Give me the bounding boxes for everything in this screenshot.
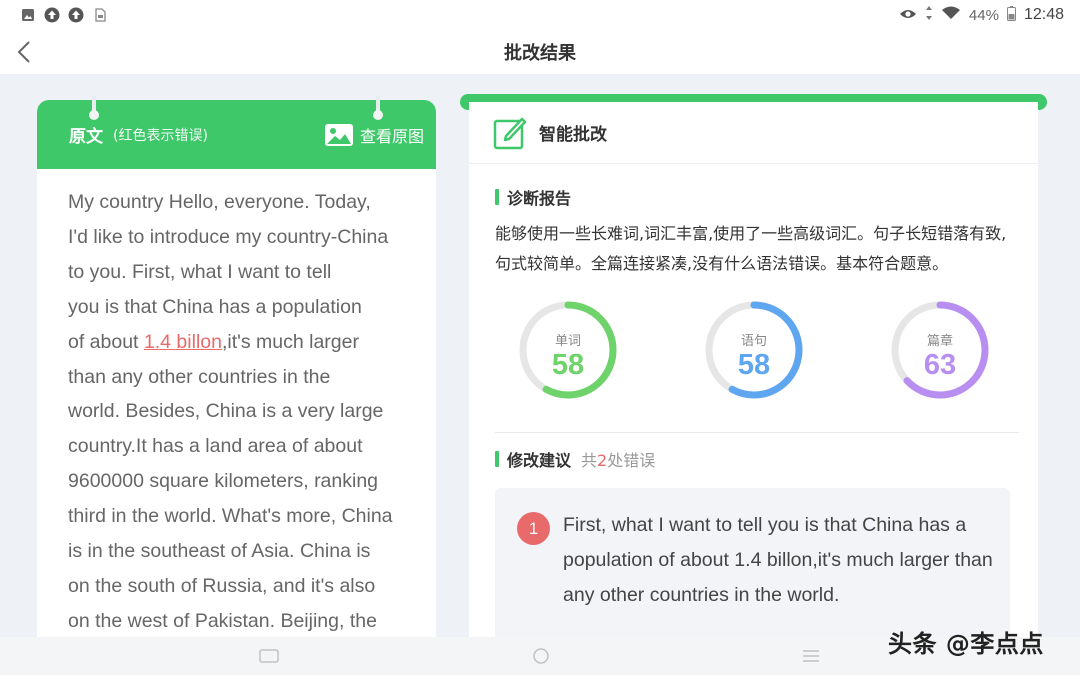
essay-line: you is that China has a population <box>68 295 362 318</box>
essay-text: My country Hello, everyone. Today, I'd l… <box>37 169 436 639</box>
error-count-prefix: 共 <box>581 451 598 470</box>
image-icon <box>324 123 353 146</box>
smart-correction-header: 智能批改 <box>469 102 1038 164</box>
section-marker <box>495 451 499 467</box>
upload-icon <box>44 7 60 23</box>
essay-line: country.It has a land area of about <box>68 435 363 458</box>
score-label: 篇章 <box>926 334 953 349</box>
diagnosis-title: 诊断报告 <box>507 189 572 208</box>
score-label: 语句 <box>740 334 767 349</box>
essay-line: than any other countries in the <box>68 365 331 388</box>
binder-ring <box>89 96 99 122</box>
wifi-icon <box>941 6 961 24</box>
score-gauge: 篇章 63 <box>888 298 992 402</box>
diagnosis-heading: 诊断报告 <box>495 185 571 209</box>
section-marker <box>495 189 499 205</box>
home-icon <box>533 648 549 664</box>
sim-icon <box>92 7 108 23</box>
divider <box>495 432 1019 433</box>
home-button[interactable] <box>530 646 552 666</box>
essay-line: My country Hello, everyone. Today, <box>68 191 371 213</box>
battery-level: 44% <box>968 6 999 24</box>
essay-line: on the south of Russia, and it's also <box>68 574 376 597</box>
smart-correction-title: 智能批改 <box>539 125 607 145</box>
recents-icon <box>259 649 279 663</box>
essay-line: is in the southeast of Asia. China is <box>68 540 371 563</box>
image-icon <box>20 7 36 23</box>
page-title: 批改结果 <box>504 43 576 64</box>
watermark: 头条 @李点点 <box>888 630 1044 658</box>
essay-text-fragment: ,it's much larger <box>221 330 359 353</box>
essay-line: world. Besides, China is a very large <box>68 400 384 423</box>
error-count-number: 2 <box>597 451 608 470</box>
suggestion-index-badge: 1 <box>517 512 550 545</box>
suggestions-title: 修改建议 <box>507 451 572 470</box>
score-value: 63 <box>923 349 957 381</box>
original-title: 原文 <box>69 127 103 147</box>
essay-line: third in the world. What's more, China <box>68 505 393 528</box>
error-count: 共2处错误 <box>581 447 655 471</box>
suggestion-text: First, what I want to tell you is that C… <box>563 514 993 606</box>
edit-icon <box>493 117 527 149</box>
battery-icon <box>1006 5 1016 25</box>
score-value: 58 <box>737 349 771 381</box>
score-gauge: 语句 58 <box>702 298 806 402</box>
view-original-image-label: 查看原图 <box>359 126 424 146</box>
menu-button[interactable] <box>800 646 822 666</box>
error-highlight[interactable]: 1.4 billon <box>144 331 222 353</box>
view-original-image-button[interactable]: 查看原图 <box>324 123 424 147</box>
recent-apps-button[interactable] <box>258 646 280 666</box>
original-note: (红色表示错误) <box>113 127 208 144</box>
eye-icon <box>899 7 917 24</box>
score-gauge: 单词 58 <box>516 298 620 402</box>
error-count-suffix: 处错误 <box>607 451 656 470</box>
app-header: 批改结果 <box>0 30 1080 74</box>
score-value: 58 <box>551 349 585 381</box>
diagnosis-text: 能够使用一些长难词,词汇丰富,使用了一些高级词汇。句子长短错落有致,句式较简单。… <box>495 224 1007 273</box>
essay-line: on the west of Pakistan. Beijing, the <box>68 609 377 632</box>
smart-correction-card: 智能批改 诊断报告 能够使用一些长难词,词汇丰富,使用了一些高级词汇。句子长短错… <box>469 102 1038 640</box>
essay-line-with-error: of about 1.4 billon,it's much larger <box>68 325 408 360</box>
smart-correction-panel: 智能批改 诊断报告 能够使用一些长难词,词汇丰富,使用了一些高级词汇。句子长短错… <box>460 94 1047 640</box>
menu-icon <box>803 650 819 662</box>
back-button[interactable] <box>8 36 40 68</box>
essay-text-fragment: of about <box>68 330 144 353</box>
data-arrows-icon <box>925 6 933 24</box>
status-bar: 44% 12:48 <box>0 0 1080 30</box>
essay-line: I'd like to introduce my country-China <box>68 225 389 248</box>
chevron-left-icon <box>17 41 30 63</box>
clock: 12:48 <box>1023 6 1064 23</box>
essay-line: 9600000 square kilometers, ranking <box>68 470 379 493</box>
upload-icon <box>68 7 84 23</box>
binder-ring <box>373 96 383 122</box>
original-text-card: 原文 (红色表示错误) 查看原图 My country Hello, every… <box>37 100 436 640</box>
essay-line: to you. First, what I want to tell <box>68 260 332 283</box>
score-label: 单词 <box>554 334 581 349</box>
suggestions-heading: 修改建议 共2处错误 <box>495 447 655 471</box>
suggestion-item[interactable]: 1 First, what I want to tell you is that… <box>495 488 1010 640</box>
